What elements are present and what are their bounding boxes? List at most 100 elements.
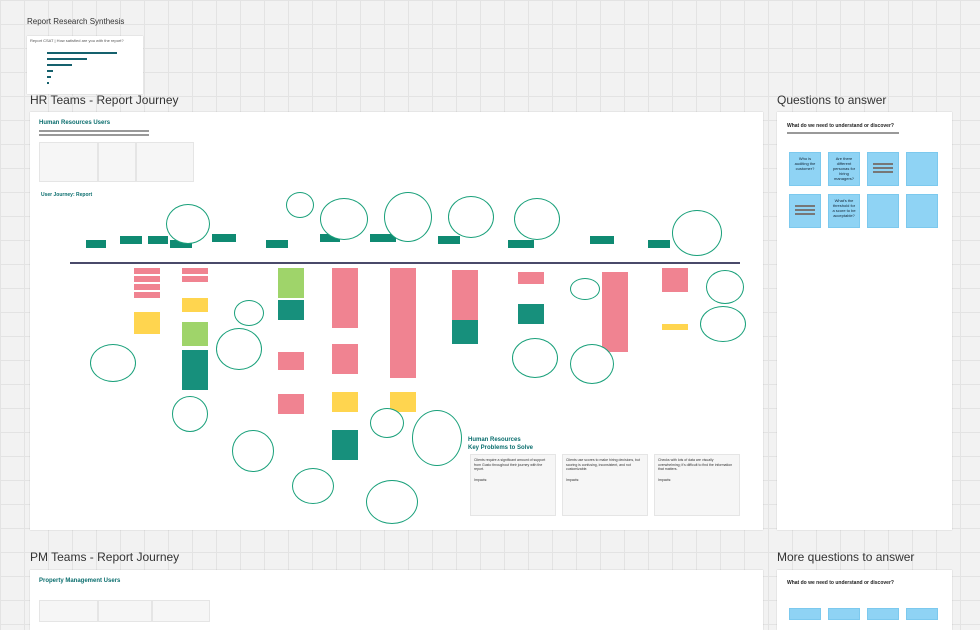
synthesis-frame-title[interactable]: Report Research Synthesis: [27, 17, 124, 26]
sticky-note[interactable]: [867, 194, 899, 228]
journey-stage: [148, 236, 168, 244]
journey-stage: [590, 236, 614, 244]
pm-info-card[interactable]: [98, 600, 152, 622]
quote-note[interactable]: [452, 320, 478, 344]
positive-note[interactable]: [182, 322, 208, 346]
pain-note[interactable]: [182, 268, 208, 274]
pain-note[interactable]: [182, 276, 208, 282]
quote-note[interactable]: [518, 304, 544, 324]
problem-impact-label: Impacts:: [658, 477, 672, 482]
quote-note[interactable]: [278, 300, 304, 320]
quote-bubble[interactable]: [384, 192, 432, 242]
quote-bubble[interactable]: [286, 192, 314, 218]
problems-title: Human Resources Key Problems to Solve: [468, 437, 534, 451]
positive-note[interactable]: [278, 268, 304, 298]
questions-board[interactable]: What do we need to understand or discove…: [777, 112, 952, 530]
problem-card-1[interactable]: Clients require a significant amount of …: [470, 454, 556, 516]
bar-2: [47, 58, 87, 60]
journey-timeline: [70, 262, 740, 264]
quote-bubble[interactable]: [232, 430, 274, 472]
journey-label: User Journey: Report: [41, 192, 93, 198]
quote-note[interactable]: [332, 430, 358, 460]
pain-note[interactable]: [662, 268, 688, 292]
quote-bubble[interactable]: [216, 328, 262, 370]
bar-6: [47, 82, 49, 84]
pm-info-card[interactable]: [152, 600, 210, 622]
pain-note[interactable]: [134, 292, 160, 298]
pain-note[interactable]: [518, 272, 544, 284]
problem-impact-label: Impacts:: [566, 477, 580, 482]
pain-note[interactable]: [278, 394, 304, 414]
questions-subline: [787, 132, 899, 134]
quote-bubble[interactable]: [672, 210, 722, 256]
synthesis-board[interactable]: Report CSAT | How satisfied are you with…: [27, 36, 143, 94]
pm-journey-board[interactable]: Property Management Users: [30, 570, 763, 630]
more-questions-heading: What do we need to understand or discove…: [787, 580, 894, 586]
more-questions-frame-title[interactable]: More questions to answer: [777, 550, 914, 564]
sticky-note[interactable]: [906, 608, 938, 620]
idea-note[interactable]: [332, 392, 358, 412]
questions-frame-title[interactable]: Questions to answer: [777, 93, 886, 107]
quote-note[interactable]: [182, 350, 208, 390]
quote-bubble[interactable]: [700, 306, 746, 342]
quote-bubble[interactable]: [514, 198, 560, 240]
problem-card-3[interactable]: Checks with lots of data are visually ov…: [654, 454, 740, 516]
quote-bubble[interactable]: [366, 480, 418, 524]
hr-frame-title[interactable]: HR Teams - Report Journey: [30, 93, 179, 107]
journey-stage: [508, 240, 534, 248]
sticky-note[interactable]: [867, 608, 899, 620]
sticky-note[interactable]: [789, 194, 821, 228]
quote-bubble[interactable]: [234, 300, 264, 326]
quote-bubble[interactable]: [570, 344, 614, 384]
pm-frame-title[interactable]: PM Teams - Report Journey: [30, 550, 179, 564]
questions-heading: What do we need to understand or discove…: [787, 123, 894, 129]
quote-bubble[interactable]: [512, 338, 558, 378]
quote-bubble[interactable]: [320, 198, 368, 240]
quote-bubble[interactable]: [166, 204, 210, 244]
quote-bubble[interactable]: [370, 408, 404, 438]
sticky-note[interactable]: What's the threshold for a score to be a…: [828, 194, 860, 228]
quote-bubble[interactable]: [90, 344, 136, 382]
pain-note[interactable]: [332, 344, 358, 374]
bar-1: [47, 52, 117, 54]
hr-heading: Human Resources Users: [39, 120, 111, 126]
sticky-note[interactable]: [828, 608, 860, 620]
pain-note[interactable]: [134, 268, 160, 274]
idea-note[interactable]: [662, 324, 688, 330]
hr-info-card[interactable]: [136, 142, 194, 182]
quote-bubble[interactable]: [706, 270, 744, 304]
journey-stage: [120, 236, 142, 244]
pm-info-card[interactable]: [39, 600, 98, 622]
hr-desc-line: [39, 134, 149, 136]
pain-note[interactable]: [602, 272, 628, 352]
quote-bubble[interactable]: [412, 410, 462, 466]
journey-stage: [266, 240, 288, 248]
quote-bubble[interactable]: [570, 278, 600, 300]
journey-stage: [212, 234, 236, 242]
sticky-note[interactable]: [789, 608, 821, 620]
bar-3: [47, 64, 72, 66]
sticky-note[interactable]: [906, 194, 938, 228]
problem-text: Clients use scores to make hiring decisi…: [566, 458, 640, 471]
hr-info-card[interactable]: [39, 142, 98, 182]
sticky-note[interactable]: [906, 152, 938, 186]
idea-note[interactable]: [134, 312, 160, 334]
pain-note[interactable]: [390, 268, 416, 378]
hr-info-card[interactable]: [98, 142, 136, 182]
idea-note[interactable]: [182, 298, 208, 312]
sticky-note[interactable]: Who is auditing the customer?: [789, 152, 821, 186]
pain-note[interactable]: [278, 352, 304, 370]
more-questions-board[interactable]: What do we need to understand or discove…: [777, 570, 952, 630]
problem-card-2[interactable]: Clients use scores to make hiring decisi…: [562, 454, 648, 516]
sticky-note[interactable]: [867, 152, 899, 186]
quote-bubble[interactable]: [292, 468, 334, 504]
quote-bubble[interactable]: [448, 196, 494, 238]
hr-journey-board[interactable]: Human Resources Users User Journey: Repo…: [30, 112, 763, 530]
sticky-note[interactable]: Are there different personas for hiring …: [828, 152, 860, 186]
pain-note[interactable]: [134, 276, 160, 282]
synthesis-panel-title: Report CSAT | How satisfied are you with…: [30, 38, 124, 43]
bar-5: [47, 76, 51, 78]
pain-note[interactable]: [332, 268, 358, 328]
quote-bubble[interactable]: [172, 396, 208, 432]
pain-note[interactable]: [134, 284, 160, 290]
